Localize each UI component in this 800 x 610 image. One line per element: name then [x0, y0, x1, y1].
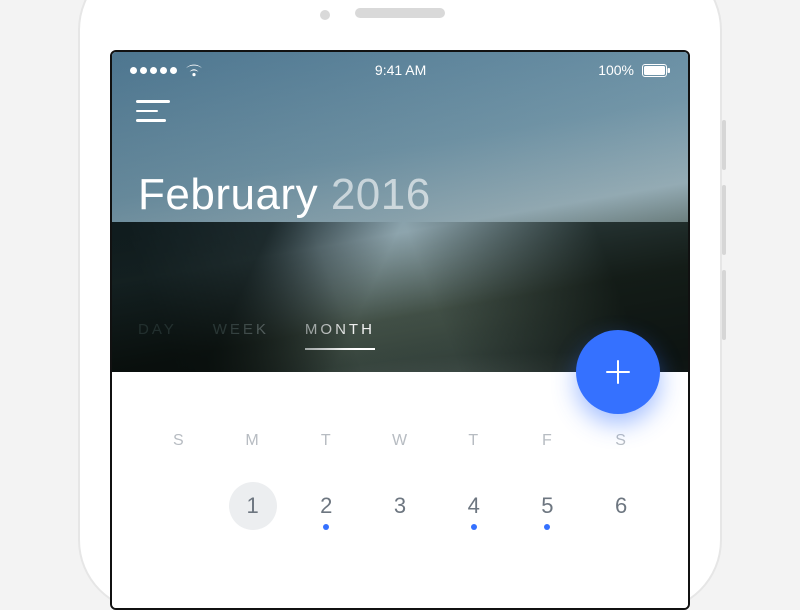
signal-icon	[130, 67, 177, 74]
phone-side-button	[722, 185, 726, 255]
event-dot-icon	[323, 524, 329, 530]
calendar-dow-row: S M T W T F S	[142, 432, 658, 450]
date-cell[interactable]: 3	[363, 478, 437, 534]
dow-label: F	[511, 432, 585, 450]
date-number: 6	[615, 493, 627, 519]
plus-icon	[601, 355, 635, 389]
tab-month[interactable]: MONTH	[305, 321, 375, 350]
dow-label: T	[437, 432, 511, 450]
date-cell[interactable]: 2	[289, 478, 363, 534]
tab-week[interactable]: WEEK	[213, 321, 269, 350]
view-tabs: DAY WEEK MONTH	[138, 321, 375, 350]
title-month: February	[138, 170, 318, 219]
date-cell[interactable]: 5	[511, 478, 585, 534]
screen: 9:41 AM 100% February 2016 DAY WEEK MONT…	[110, 50, 690, 610]
dow-label: M	[216, 432, 290, 450]
phone-side-button	[722, 120, 726, 170]
page-title: February 2016	[138, 170, 431, 220]
add-event-button[interactable]	[576, 330, 660, 414]
status-time: 9:41 AM	[375, 62, 426, 78]
date-number: 2	[320, 493, 332, 519]
dow-label: W	[363, 432, 437, 450]
menu-icon[interactable]	[136, 100, 170, 124]
dow-label: S	[584, 432, 658, 450]
date-cell[interactable]	[142, 478, 216, 534]
calendar-week-row: 1 2 3 4 5 6	[142, 478, 658, 534]
event-dot-icon	[471, 524, 477, 530]
status-bar: 9:41 AM 100%	[112, 52, 688, 78]
date-number: 1	[246, 493, 258, 519]
phone-speaker	[355, 8, 445, 18]
date-number: 4	[468, 493, 480, 519]
date-cell[interactable]: 6	[584, 478, 658, 534]
date-number: 5	[541, 493, 553, 519]
hero-header: 9:41 AM 100% February 2016 DAY WEEK MONT…	[112, 52, 688, 372]
dow-label: S	[142, 432, 216, 450]
battery-icon	[642, 64, 670, 77]
phone-frame: 9:41 AM 100% February 2016 DAY WEEK MONT…	[80, 0, 720, 610]
title-year: 2016	[331, 170, 431, 219]
battery-percent: 100%	[598, 62, 634, 78]
phone-side-button	[722, 270, 726, 340]
tab-day[interactable]: DAY	[138, 321, 177, 350]
date-number: 3	[394, 493, 406, 519]
dow-label: T	[289, 432, 363, 450]
event-dot-icon	[544, 524, 550, 530]
date-cell[interactable]: 1	[229, 482, 277, 530]
date-cell[interactable]: 4	[437, 478, 511, 534]
wifi-icon	[185, 63, 203, 77]
phone-camera	[320, 10, 330, 20]
